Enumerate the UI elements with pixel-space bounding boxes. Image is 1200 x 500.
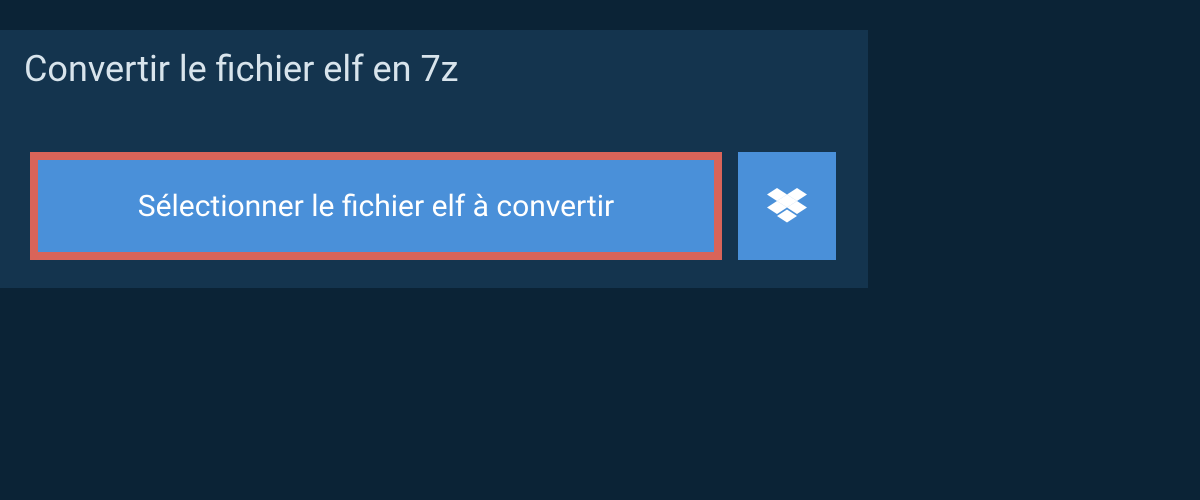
action-row: Sélectionner le fichier elf à convertir [0,152,868,260]
page-title: Convertir le fichier elf en 7z [0,30,868,108]
select-file-button[interactable]: Sélectionner le fichier elf à convertir [30,152,722,260]
converter-panel: Convertir le fichier elf en 7z Sélection… [0,30,868,288]
dropbox-button[interactable] [738,152,836,260]
dropbox-icon [767,188,807,224]
select-file-label: Sélectionner le fichier elf à convertir [138,189,614,224]
